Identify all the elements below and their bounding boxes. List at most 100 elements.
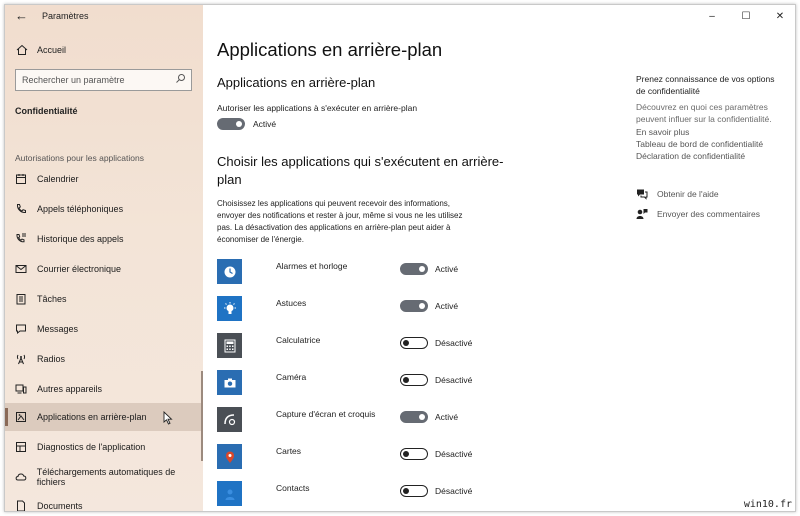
sidebar-item-label: Radios: [37, 354, 66, 364]
allow-label: Autoriser les applications à s'exécuter …: [217, 103, 418, 113]
sidebar-item-diagnostics[interactable]: Diagnostics de l'application: [5, 433, 203, 461]
app-state: Désactivé: [435, 375, 473, 385]
app-state: Activé: [435, 301, 459, 311]
tasks-icon: [14, 292, 28, 306]
page-title: Applications en arrière-plan: [217, 39, 443, 60]
app-toggle[interactable]: [400, 300, 428, 312]
home-icon: [15, 43, 29, 57]
get-help-link[interactable]: Obtenir de l'aide: [636, 188, 719, 200]
sidebar: ← Paramètres Accueil Rechercher un param…: [5, 5, 203, 511]
mail-icon: [14, 262, 28, 276]
privacy-info-desc: Découvrez en quoi ces paramètres peuvent…: [636, 102, 772, 124]
app-row: Alarmes et horloge Activé: [217, 259, 507, 289]
app-state: Désactivé: [435, 338, 473, 348]
settings-window: ← Paramètres Accueil Rechercher un param…: [4, 4, 796, 512]
app-toggle[interactable]: [400, 374, 428, 386]
sidebar-item-calendrier[interactable]: Calendrier: [5, 165, 203, 193]
calendar-icon: [14, 172, 28, 186]
sidebar-item-radios[interactable]: Radios: [5, 345, 203, 373]
app-row: Caméra Désactivé: [217, 370, 507, 400]
clock-icon: [217, 259, 242, 284]
sidebar-item-taches[interactable]: Tâches: [5, 285, 203, 313]
app-name: Contacts: [276, 483, 310, 493]
diagnostics-icon: [14, 440, 28, 454]
phone-icon: [14, 202, 28, 216]
close-icon[interactable]: ✕: [763, 5, 795, 27]
app-toggle[interactable]: [400, 411, 428, 423]
map-pin-icon: [217, 444, 242, 469]
watermark: win10.fr: [743, 499, 792, 510]
back-arrow-icon[interactable]: ←: [15, 8, 28, 23]
privacy-statement-link[interactable]: Déclaration de confidentialité: [636, 151, 745, 161]
section2-title-line2: plan: [217, 172, 242, 187]
window-controls: – ☐ ✕: [695, 5, 795, 27]
home-label: Accueil: [37, 45, 67, 55]
title-bar: ← Paramètres: [5, 5, 203, 27]
chat-icon: [14, 322, 28, 336]
window-title: Paramètres: [42, 11, 89, 21]
app-state: Activé: [435, 412, 459, 422]
sidebar-item-applications-arriere-plan[interactable]: Applications en arrière-plan: [5, 403, 203, 431]
sidebar-item-documents[interactable]: Documents: [5, 492, 203, 511]
search-input[interactable]: Rechercher un paramètre: [15, 69, 192, 91]
sidebar-item-appels[interactable]: Appels téléphoniques: [5, 195, 203, 223]
learn-more-link[interactable]: En savoir plus: [636, 127, 689, 137]
maximize-icon[interactable]: ☐: [729, 5, 763, 27]
app-name: Cartes: [276, 446, 302, 456]
section2-description: Choisissez les applications qui peuvent …: [217, 199, 463, 244]
document-icon: [14, 499, 28, 511]
privacy-dashboard-link[interactable]: Tableau de bord de confidentialité: [636, 139, 763, 149]
sidebar-item-telechargements[interactable]: Téléchargements automatiques de fichiers: [5, 463, 203, 491]
sidebar-item-label: Diagnostics de l'application: [37, 442, 146, 452]
app-name: Astuces: [276, 298, 307, 308]
sidebar-item-label: Calendrier: [37, 174, 79, 184]
radio-icon: [14, 352, 28, 366]
allow-background-toggle[interactable]: [217, 118, 245, 130]
mouse-cursor-icon: [163, 410, 173, 430]
app-row: Calculatrice Désactivé: [217, 333, 507, 363]
history-icon: [14, 232, 28, 246]
search-icon[interactable]: [175, 73, 186, 86]
section2-title-line1: Choisir les applications qui s'exécutent…: [217, 154, 504, 169]
section1-title: Applications en arrière-plan: [217, 75, 376, 90]
lightbulb-icon: [217, 296, 242, 321]
app-row: Capture d'écran et croquis Activé: [217, 407, 507, 437]
search-placeholder: Rechercher un paramètre: [22, 75, 125, 85]
app-row: Astuces Activé: [217, 296, 507, 326]
app-row: Contacts Désactivé: [217, 481, 507, 511]
app-toggle[interactable]: [400, 263, 428, 275]
section-title: Confidentialité: [15, 106, 78, 116]
sidebar-item-historique[interactable]: Historique des appels: [5, 225, 203, 253]
sidebar-item-label: Messages: [37, 324, 79, 334]
get-help-label: Obtenir de l'aide: [657, 189, 719, 199]
app-name: Alarmes et horloge: [276, 261, 348, 271]
send-feedback-link[interactable]: Envoyer des commentaires: [636, 208, 760, 220]
sidebar-item-autres-appareils[interactable]: Autres appareils: [5, 375, 203, 403]
app-name: Capture d'écran et croquis: [276, 409, 376, 419]
sidebar-item-label: Autres appareils: [37, 384, 103, 394]
minimize-icon[interactable]: –: [695, 5, 729, 27]
sidebar-item-label: Applications en arrière-plan: [37, 412, 147, 422]
app-state: Activé: [435, 264, 459, 274]
sidebar-item-courrier[interactable]: Courrier électronique: [5, 255, 203, 283]
sidebar-item-messages[interactable]: Messages: [5, 315, 203, 343]
sidebar-item-label: Téléchargements automatiques de fichiers: [36, 467, 176, 487]
camera-icon: [217, 370, 242, 395]
snip-icon: [217, 407, 242, 432]
app-toggle[interactable]: [400, 337, 428, 349]
help-chat-icon: [636, 188, 648, 200]
main-content: – ☐ ✕ Applications en arrière-plan Appli…: [203, 5, 795, 511]
sidebar-item-label: Tâches: [37, 294, 67, 304]
sidebar-item-label: Historique des appels: [37, 234, 124, 244]
app-name: Caméra: [276, 372, 307, 382]
home-link[interactable]: Accueil: [15, 43, 66, 57]
app-name: Calculatrice: [276, 335, 321, 345]
calculator-icon: [217, 333, 242, 358]
app-state: Désactivé: [435, 449, 473, 459]
app-toggle[interactable]: [400, 448, 428, 460]
sidebar-item-label: Appels téléphoniques: [37, 204, 124, 214]
send-feedback-label: Envoyer des commentaires: [657, 209, 760, 219]
contacts-icon: [217, 481, 242, 506]
app-toggle[interactable]: [400, 485, 428, 497]
app-state: Désactivé: [435, 486, 473, 496]
